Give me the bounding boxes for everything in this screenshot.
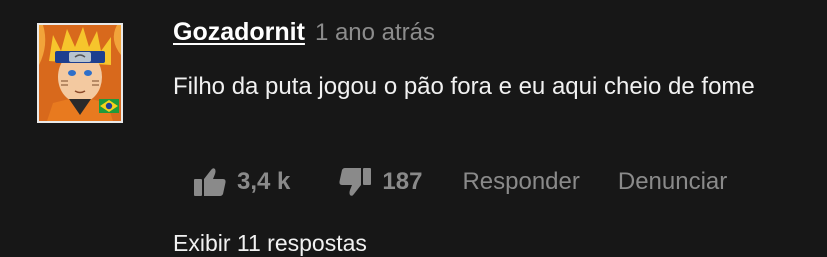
dislike-count: 187 (382, 168, 423, 195)
reply-button[interactable]: Responder (462, 168, 579, 196)
like-count: 3,4 k (237, 168, 291, 195)
thumbs-down-icon (338, 167, 372, 197)
report-button[interactable]: Denunciar (618, 168, 727, 196)
dislike-button[interactable]: 187 (338, 167, 422, 197)
comment-actions: 3,4 k 187 Responder Denunciar (193, 164, 727, 200)
comment-text: Filho da puta jogou o pão fora e eu aqui… (173, 73, 755, 100)
author-link[interactable]: Gozadornit (173, 18, 305, 47)
avatar-image (39, 25, 121, 121)
comment-header: Gozadornit 1 ano atrás (173, 18, 435, 52)
like-button[interactable]: 3,4 k (193, 167, 290, 197)
timestamp[interactable]: 1 ano atrás (315, 19, 435, 47)
thumbs-up-icon (193, 167, 227, 197)
view-replies-link[interactable]: Exibir 11 respostas (173, 230, 367, 257)
avatar[interactable] (37, 23, 123, 123)
comment: Gozadornit 1 ano atrás Filho da puta jog… (0, 0, 827, 256)
